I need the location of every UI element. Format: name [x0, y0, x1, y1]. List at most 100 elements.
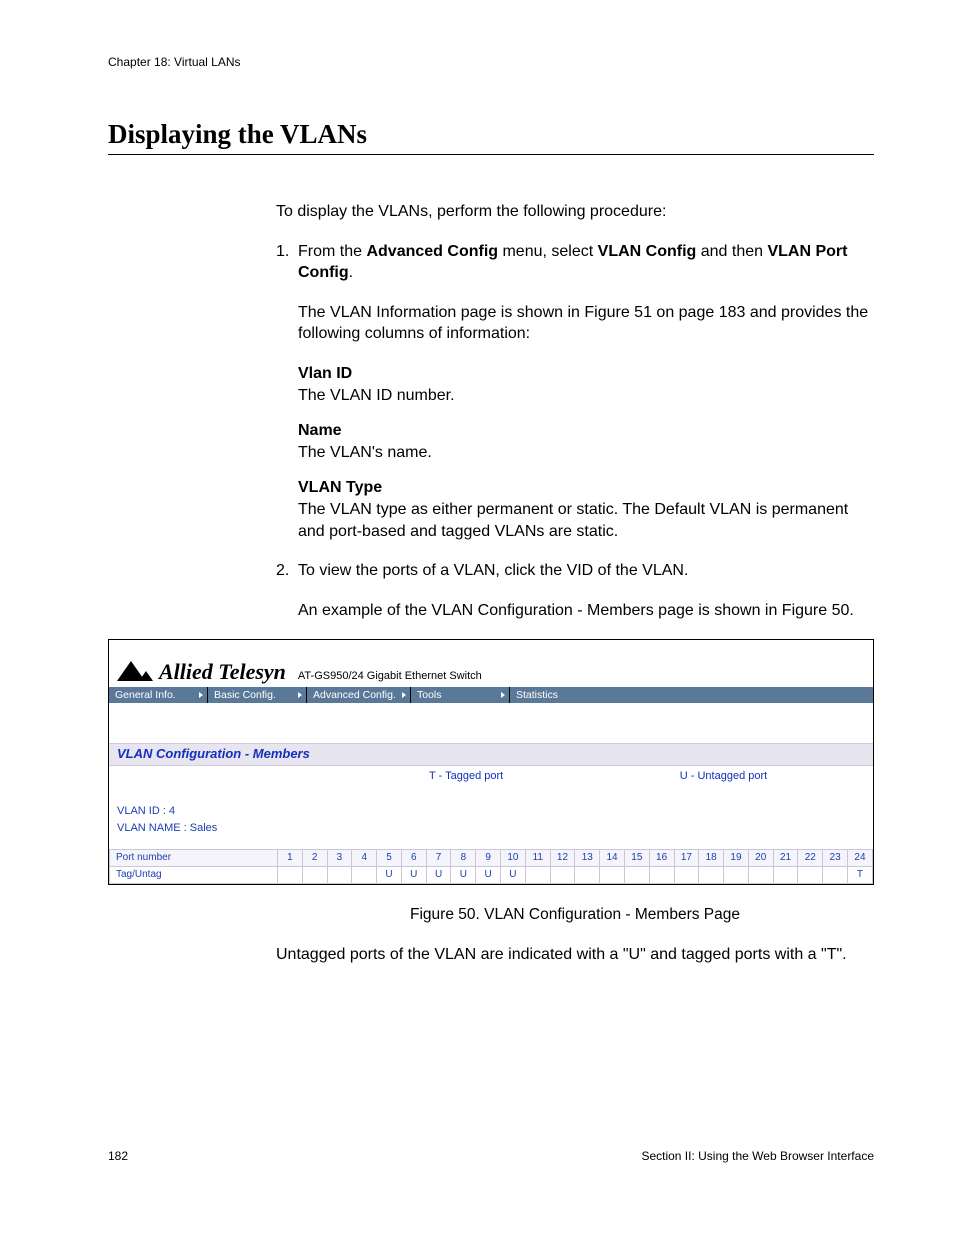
menu-advanced-config[interactable]: Advanced Config.	[307, 687, 411, 703]
port-cell	[748, 867, 773, 884]
port-cell	[575, 867, 600, 884]
definition-name: Name The VLAN's name.	[298, 420, 874, 463]
definition-vlan-id: Vlan ID The VLAN ID number.	[298, 363, 874, 406]
port-header: 19	[724, 850, 749, 867]
port-cell: U	[426, 867, 451, 884]
port-header: 13	[575, 850, 600, 867]
brand-logo: Allied Telesyn AT-GS950/24 Gigabit Ether…	[117, 659, 482, 684]
text: From the	[298, 243, 366, 260]
port-cell	[823, 867, 848, 884]
port-cell: U	[501, 867, 526, 884]
step-number: 2.	[276, 560, 298, 639]
port-header: 12	[550, 850, 575, 867]
port-header: 23	[823, 850, 848, 867]
port-header: 1	[278, 850, 303, 867]
bold-text: Advanced Config	[366, 243, 498, 260]
port-cell	[649, 867, 674, 884]
definition-desc: The VLAN ID number.	[298, 385, 874, 407]
screenshot-section-title: VLAN Configuration - Members	[109, 743, 873, 766]
figure-caption: Figure 50. VLAN Configuration - Members …	[276, 905, 874, 926]
port-cell	[798, 867, 823, 884]
port-header: 22	[798, 850, 823, 867]
vlan-members-screenshot: Allied Telesyn AT-GS950/24 Gigabit Ether…	[108, 639, 874, 885]
step-2-subparagraph: An example of the VLAN Configuration - M…	[298, 600, 874, 622]
bold-text: VLAN Config	[598, 243, 697, 260]
port-cell	[600, 867, 625, 884]
screenshot-header: Allied Telesyn AT-GS950/24 Gigabit Ether…	[109, 640, 873, 687]
menu-spacer	[614, 687, 873, 703]
port-header: 7	[426, 850, 451, 867]
text: To view the ports of a VLAN, click the V…	[298, 560, 874, 582]
title-rule	[108, 154, 874, 155]
definition-term: Vlan ID	[298, 363, 874, 385]
vlan-id-label: VLAN ID : 4	[117, 803, 865, 820]
text: and then	[696, 243, 767, 260]
screenshot-legend: T - Tagged port U - Untagged port	[109, 766, 873, 785]
port-cell: U	[401, 867, 426, 884]
text: .	[349, 264, 353, 281]
chevron-right-icon	[298, 692, 302, 698]
port-cell	[550, 867, 575, 884]
menu-tools[interactable]: Tools	[411, 687, 510, 703]
port-header: 24	[847, 850, 872, 867]
port-cell	[624, 867, 649, 884]
table-row: Tag/Untag U U U U U U	[110, 867, 873, 884]
definition-term: Name	[298, 420, 874, 442]
chevron-right-icon	[501, 692, 505, 698]
port-header: 17	[674, 850, 699, 867]
page: Chapter 18: Virtual LANs Displaying the …	[0, 0, 954, 1235]
port-header: 11	[525, 850, 550, 867]
port-header: 14	[600, 850, 625, 867]
body-text-continued: Figure 50. VLAN Configuration - Members …	[276, 905, 874, 966]
port-cell	[278, 867, 303, 884]
chevron-right-icon	[199, 692, 203, 698]
port-cell	[724, 867, 749, 884]
port-cell	[773, 867, 798, 884]
menu-statistics[interactable]: Statistics	[510, 687, 614, 703]
page-number: 182	[108, 1149, 128, 1163]
brand-name: Allied Telesyn	[159, 659, 286, 684]
port-cell	[327, 867, 352, 884]
port-header: 16	[649, 850, 674, 867]
step-number: 1.	[276, 241, 298, 363]
legend-untagged: U - Untagged port	[575, 770, 873, 783]
port-header: 6	[401, 850, 426, 867]
intro-paragraph: To display the VLANs, perform the follow…	[276, 201, 874, 223]
port-cell: U	[451, 867, 476, 884]
port-header: 9	[476, 850, 501, 867]
step-text: From the Advanced Config menu, select VL…	[298, 241, 874, 363]
step-1: 1. From the Advanced Config menu, select…	[276, 241, 874, 363]
legend-tagged: T - Tagged port	[109, 770, 575, 783]
port-table: Port number 1 2 3 4 5 6 7 8 9 10 11 12 1…	[109, 849, 873, 884]
port-header: 15	[624, 850, 649, 867]
port-header: 10	[501, 850, 526, 867]
body-text: To display the VLANs, perform the follow…	[276, 201, 874, 639]
chapter-header: Chapter 18: Virtual LANs	[108, 55, 874, 69]
port-header: 20	[748, 850, 773, 867]
definition-desc: The VLAN type as either permanent or sta…	[298, 499, 874, 542]
port-header: 18	[699, 850, 724, 867]
row-header-portnumber: Port number	[110, 850, 278, 867]
port-cell	[352, 867, 377, 884]
port-header: 5	[377, 850, 402, 867]
menu-general-info[interactable]: General Info.	[109, 687, 208, 703]
port-header: 3	[327, 850, 352, 867]
port-cell	[302, 867, 327, 884]
page-title: Displaying the VLANs	[108, 119, 874, 150]
port-cell	[699, 867, 724, 884]
table-row: Port number 1 2 3 4 5 6 7 8 9 10 11 12 1…	[110, 850, 873, 867]
brand-subtitle: AT-GS950/24 Gigabit Ethernet Switch	[298, 670, 482, 683]
screenshot-menubar: General Info. Basic Config. Advanced Con…	[109, 687, 873, 703]
chevron-right-icon	[402, 692, 406, 698]
port-cell: U	[476, 867, 501, 884]
definition-term: VLAN Type	[298, 477, 874, 499]
menu-basic-config[interactable]: Basic Config.	[208, 687, 307, 703]
text: menu, select	[498, 243, 598, 260]
port-header: 8	[451, 850, 476, 867]
port-header: 4	[352, 850, 377, 867]
section-label: Section II: Using the Web Browser Interf…	[641, 1149, 874, 1163]
port-cell	[525, 867, 550, 884]
screenshot-body: VLAN Configuration - Members T - Tagged …	[109, 703, 873, 884]
screenshot-vlan-info: VLAN ID : 4 VLAN NAME : Sales	[109, 785, 873, 849]
port-cell	[674, 867, 699, 884]
